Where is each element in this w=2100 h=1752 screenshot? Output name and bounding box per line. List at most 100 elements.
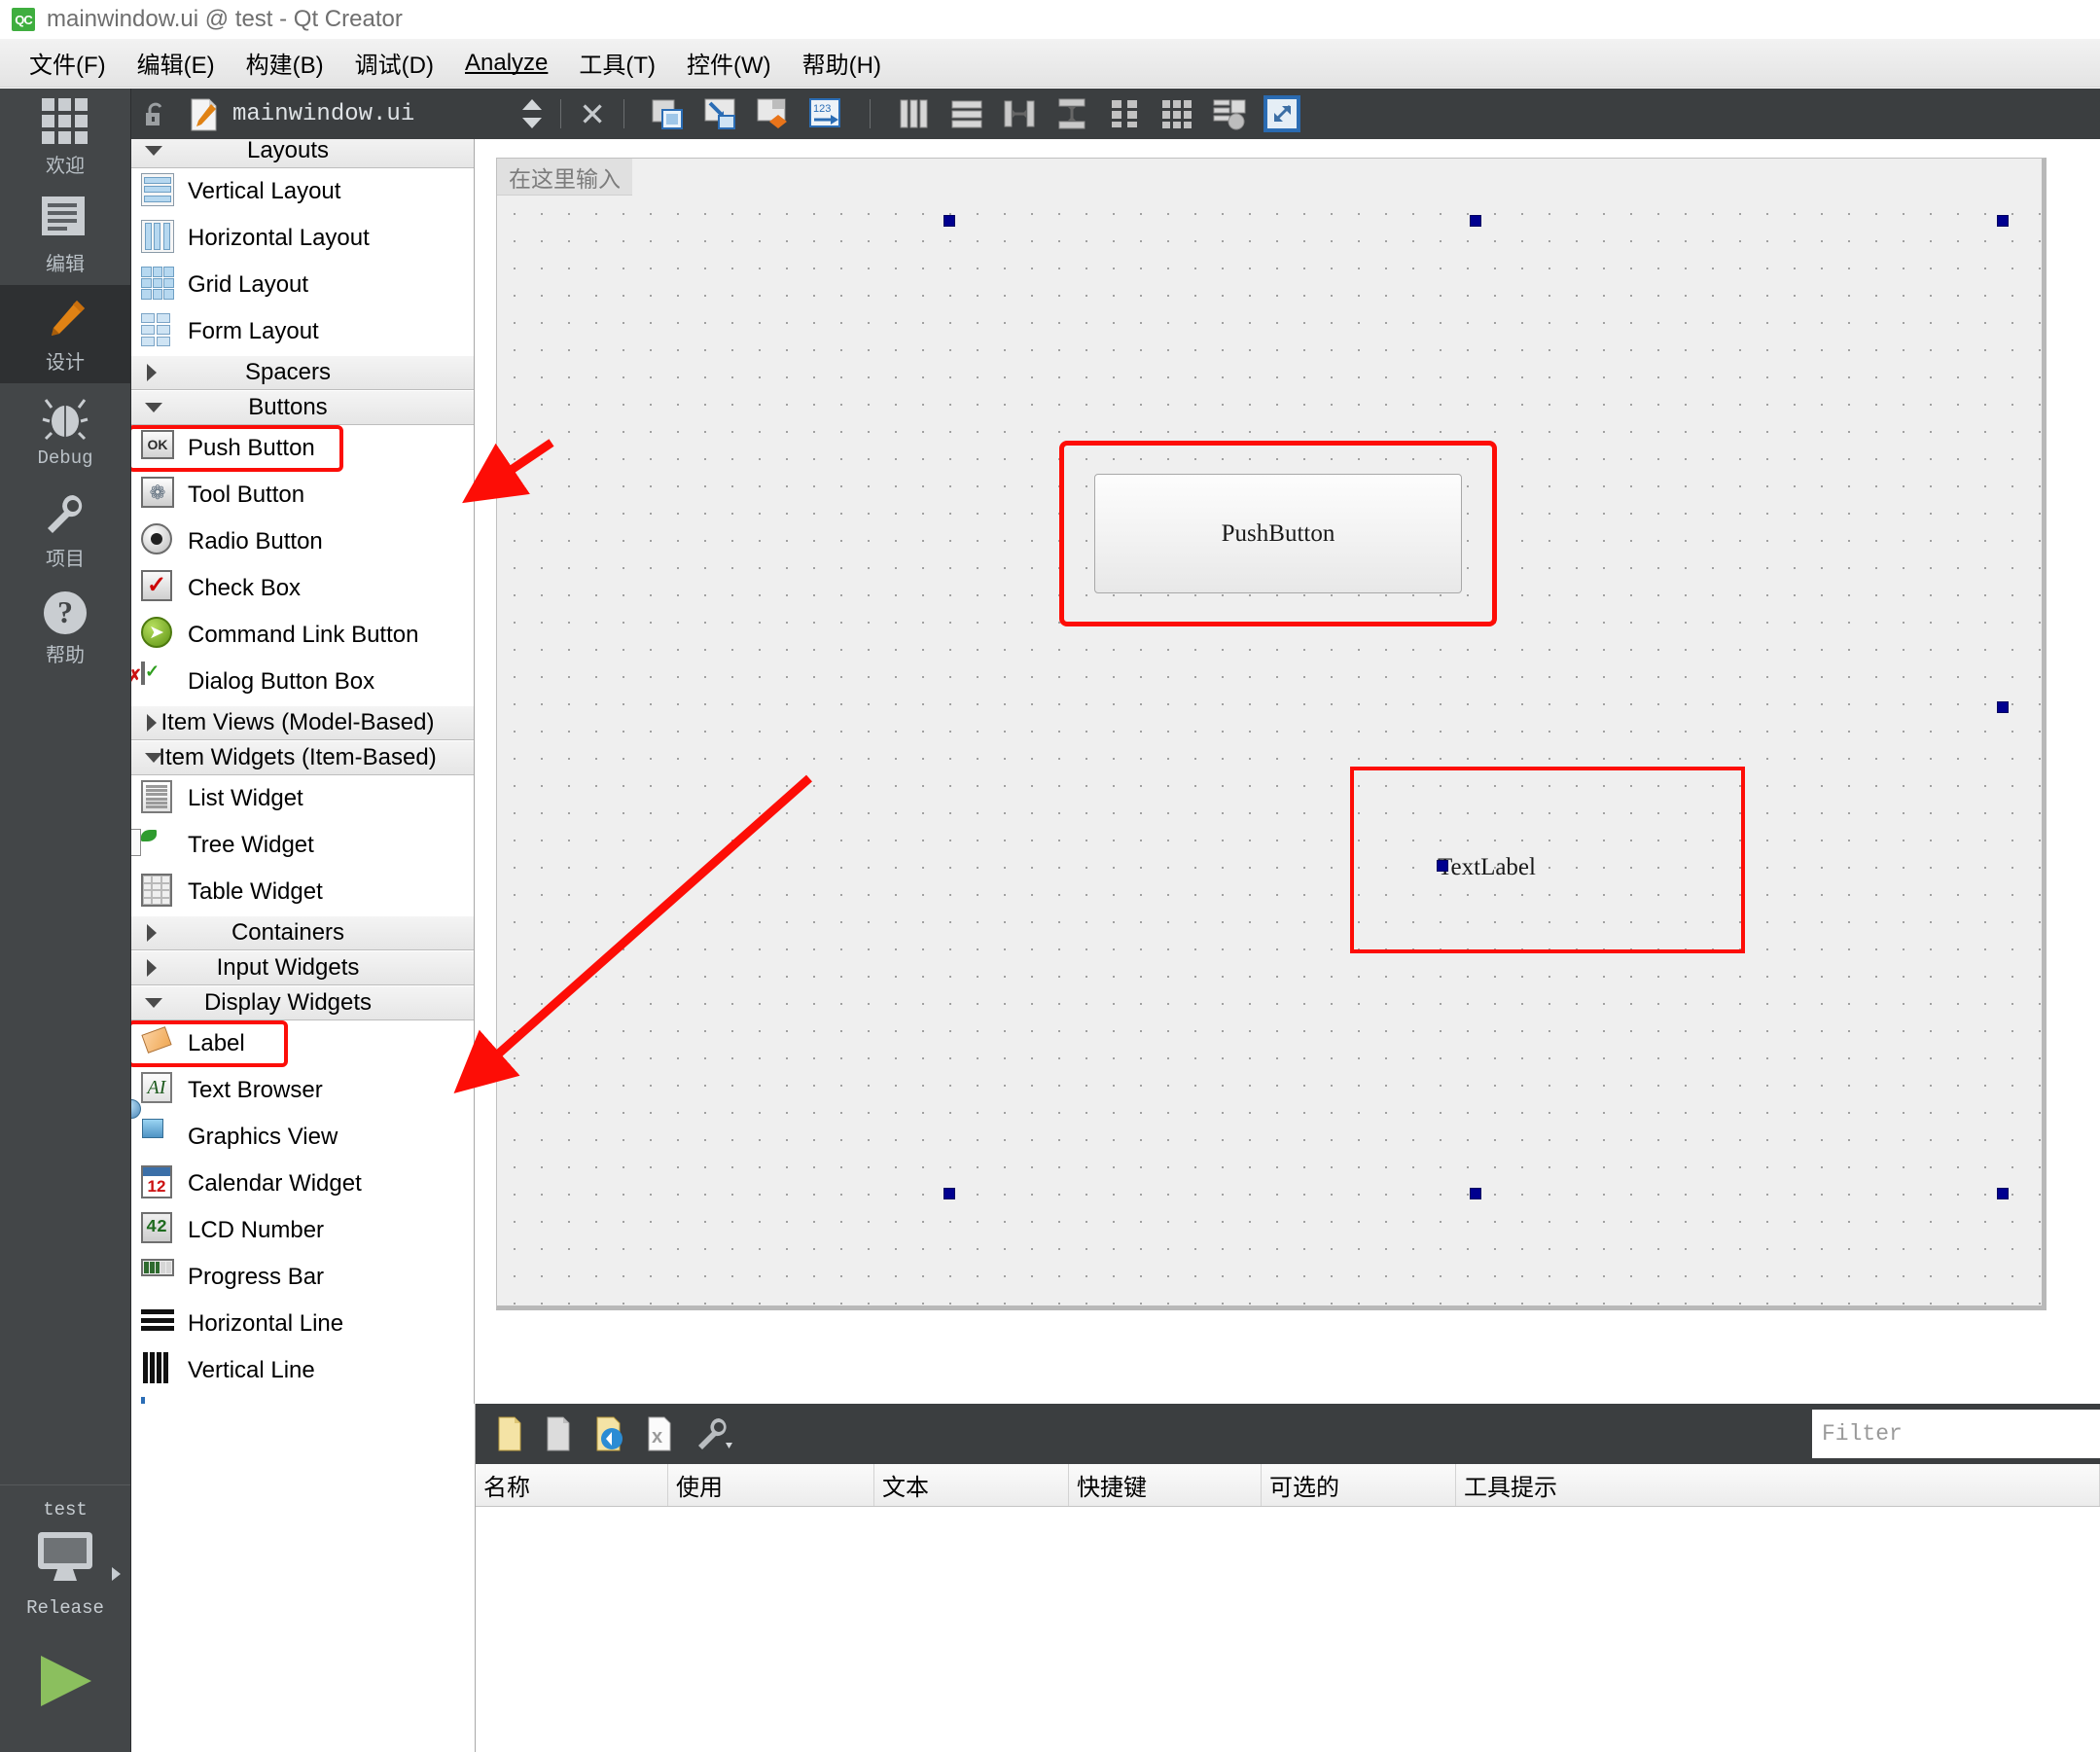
column-header-name[interactable]: 名称 xyxy=(476,1464,668,1506)
widget-item-tree-widget[interactable]: Tree Widget xyxy=(131,822,474,869)
adjust-size-icon[interactable] xyxy=(1263,95,1300,132)
widget-item-horizontal-line[interactable]: Horizontal Line xyxy=(131,1301,474,1347)
menu-file[interactable]: 文件(F) xyxy=(14,44,122,82)
action-editor-filter-input[interactable]: Filter xyxy=(1812,1410,2100,1458)
edit-buddies-icon[interactable] xyxy=(757,97,790,130)
svg-text:123: 123 xyxy=(813,103,831,115)
widget-item-progress-bar[interactable]: Progress Bar xyxy=(131,1254,474,1301)
menu-help[interactable]: 帮助(H) xyxy=(787,44,897,82)
edit-signals-slots-icon[interactable] xyxy=(704,97,737,130)
mode-button-debug[interactable]: Debug xyxy=(0,383,130,482)
widget-item-command-link-button[interactable]: ➤ Command Link Button xyxy=(131,612,474,659)
form-resize-handle-top-2[interactable] xyxy=(1470,215,1481,227)
widget-group-buttons[interactable]: Buttons xyxy=(131,390,474,425)
kit-build-config: Release xyxy=(26,1597,104,1619)
edit-widgets-icon[interactable] xyxy=(652,97,685,130)
qt-creator-logo-icon: QC xyxy=(12,8,35,31)
chevron-right-icon xyxy=(147,959,157,977)
form-canvas[interactable]: 在这里输入 PushButton TextLabel xyxy=(496,158,2047,1310)
form-widget-pushbutton[interactable]: PushButton xyxy=(1094,474,1462,593)
widget-item-label: Command Link Button xyxy=(188,622,419,648)
edit-tab-order-icon[interactable]: 123 xyxy=(808,97,842,130)
widget-group-item-views[interactable]: Item Views (Model-Based) xyxy=(131,705,474,740)
close-x-icon[interactable]: ✕ xyxy=(579,98,606,130)
action-editor-table-body[interactable] xyxy=(476,1507,2100,1752)
form-resize-handle-bottom[interactable] xyxy=(1470,1188,1481,1199)
widget-item-text-browser[interactable]: AI Text Browser xyxy=(131,1067,474,1114)
layout-form-icon[interactable] xyxy=(1108,97,1141,130)
widget-group-item-widgets[interactable]: Item Widgets (Item-Based) xyxy=(131,740,474,775)
mode-button-design[interactable]: 设计 xyxy=(0,285,130,383)
new-action-icon[interactable] xyxy=(491,1415,526,1452)
widget-item-form-layout[interactable]: Form Layout xyxy=(131,308,474,355)
widget-item-vertical-line[interactable]: Vertical Line xyxy=(131,1347,474,1394)
mode-label-help: 帮助 xyxy=(46,644,85,666)
copy-action-icon[interactable] xyxy=(542,1415,577,1452)
column-header-tooltip[interactable]: 工具提示 xyxy=(1456,1464,2100,1506)
column-header-text[interactable]: 文本 xyxy=(874,1464,1069,1506)
widget-item-lcd-number[interactable]: 42 LCD Number xyxy=(131,1207,474,1254)
run-button[interactable] xyxy=(0,1625,130,1752)
widget-group-label: Layouts xyxy=(246,137,330,163)
form-widget-textlabel[interactable]: TextLabel xyxy=(1437,854,1536,881)
widget-item-check-box[interactable]: ✓ Check Box xyxy=(131,565,474,612)
layout-splitter-horizontal-icon[interactable] xyxy=(1003,97,1036,130)
unlocked-padlock-icon[interactable] xyxy=(143,101,168,126)
column-header-checkable[interactable]: 可选的 xyxy=(1262,1464,1456,1506)
mode-button-welcome[interactable]: 欢迎 xyxy=(0,89,130,187)
form-layout-icon xyxy=(141,313,178,350)
form-resize-handle-bottom-right[interactable] xyxy=(1997,1188,2009,1199)
widget-item-grid-layout[interactable]: Grid Layout xyxy=(131,262,474,308)
form-resize-handle-top-right[interactable] xyxy=(1997,215,2009,227)
layout-splitter-vertical-icon[interactable] xyxy=(1055,97,1088,130)
widget-item-label: Check Box xyxy=(188,575,302,601)
widget-item-push-button[interactable]: OK Push Button xyxy=(131,425,474,472)
menu-window[interactable]: 控件(W) xyxy=(671,44,787,82)
menu-tools[interactable]: 工具(T) xyxy=(563,44,671,82)
kit-selector[interactable]: test Release xyxy=(0,1484,130,1625)
layout-horizontal-icon[interactable] xyxy=(898,97,931,130)
widget-group-display-widgets[interactable]: Display Widgets xyxy=(131,985,474,1020)
column-header-used[interactable]: 使用 xyxy=(668,1464,874,1506)
widget-group-spacers[interactable]: Spacers xyxy=(131,355,474,390)
editor-filename[interactable]: mainwindow.ui xyxy=(232,101,414,127)
widget-group-input-widgets[interactable]: Input Widgets xyxy=(131,950,474,985)
widget-item-label[interactable]: Label xyxy=(131,1020,474,1067)
menu-debug[interactable]: 调试(D) xyxy=(339,44,449,82)
widget-item-radio-button[interactable]: Radio Button xyxy=(131,518,474,565)
widget-item-dialog-button-box[interactable]: ✓ ✗ Dialog Button Box xyxy=(131,659,474,705)
configure-action-icon[interactable] xyxy=(694,1415,732,1452)
layout-grid-icon[interactable] xyxy=(1160,97,1193,130)
updown-arrows-icon[interactable] xyxy=(521,99,543,128)
form-editor-area[interactable]: 在这里输入 PushButton TextLabel xyxy=(476,139,2100,1328)
widget-item-table-widget[interactable]: Table Widget xyxy=(131,869,474,915)
widget-item-tool-button[interactable]: ❁ Tool Button xyxy=(131,472,474,518)
mode-button-projects[interactable]: 项目 xyxy=(0,482,130,580)
window-title-bar: QC mainwindow.ui @ test - Qt Creator xyxy=(0,0,2100,39)
chevron-right-icon[interactable] xyxy=(112,1567,121,1581)
widget-item-horizontal-layout[interactable]: Horizontal Layout xyxy=(131,215,474,262)
widget-item-graphics-view[interactable]: Graphics View xyxy=(131,1099,474,1161)
delete-action-icon[interactable]: x xyxy=(643,1415,678,1452)
menu-edit[interactable]: 编辑(E) xyxy=(122,44,231,82)
form-resize-handle-right[interactable] xyxy=(1997,701,2009,713)
widget-item-label: Push Button xyxy=(188,435,315,461)
layout-vertical-icon[interactable] xyxy=(950,97,983,130)
menubar-type-here-hint[interactable]: 在这里输入 xyxy=(497,159,632,196)
rail-bottom-section: test Release xyxy=(0,1484,130,1752)
widget-item-vertical-layout[interactable]: Vertical Layout xyxy=(131,168,474,215)
form-resize-handle-bottom-left[interactable] xyxy=(943,1188,955,1199)
widget-item-list-widget[interactable]: List Widget xyxy=(131,775,474,822)
menu-build[interactable]: 构建(B) xyxy=(231,44,339,82)
paste-action-icon[interactable] xyxy=(592,1415,627,1452)
toolbar-separator-3 xyxy=(869,99,871,128)
column-header-shortcut[interactable]: 快捷键 xyxy=(1069,1464,1262,1506)
widget-item-calendar-widget[interactable]: 12 Calendar Widget xyxy=(131,1161,474,1207)
form-resize-handle-top[interactable] xyxy=(943,215,955,227)
action-editor-panel: x Filter 名称 使用 文本 快捷键 可选的 工具提示 xyxy=(476,1404,2100,1752)
mode-button-edit[interactable]: 编辑 xyxy=(0,187,130,285)
mode-button-help[interactable]: ? 帮助 xyxy=(0,580,130,678)
textlabel-selection-handle[interactable] xyxy=(1437,860,1448,872)
break-layout-icon[interactable] xyxy=(1213,97,1246,130)
widget-group-containers[interactable]: Containers xyxy=(131,915,474,950)
